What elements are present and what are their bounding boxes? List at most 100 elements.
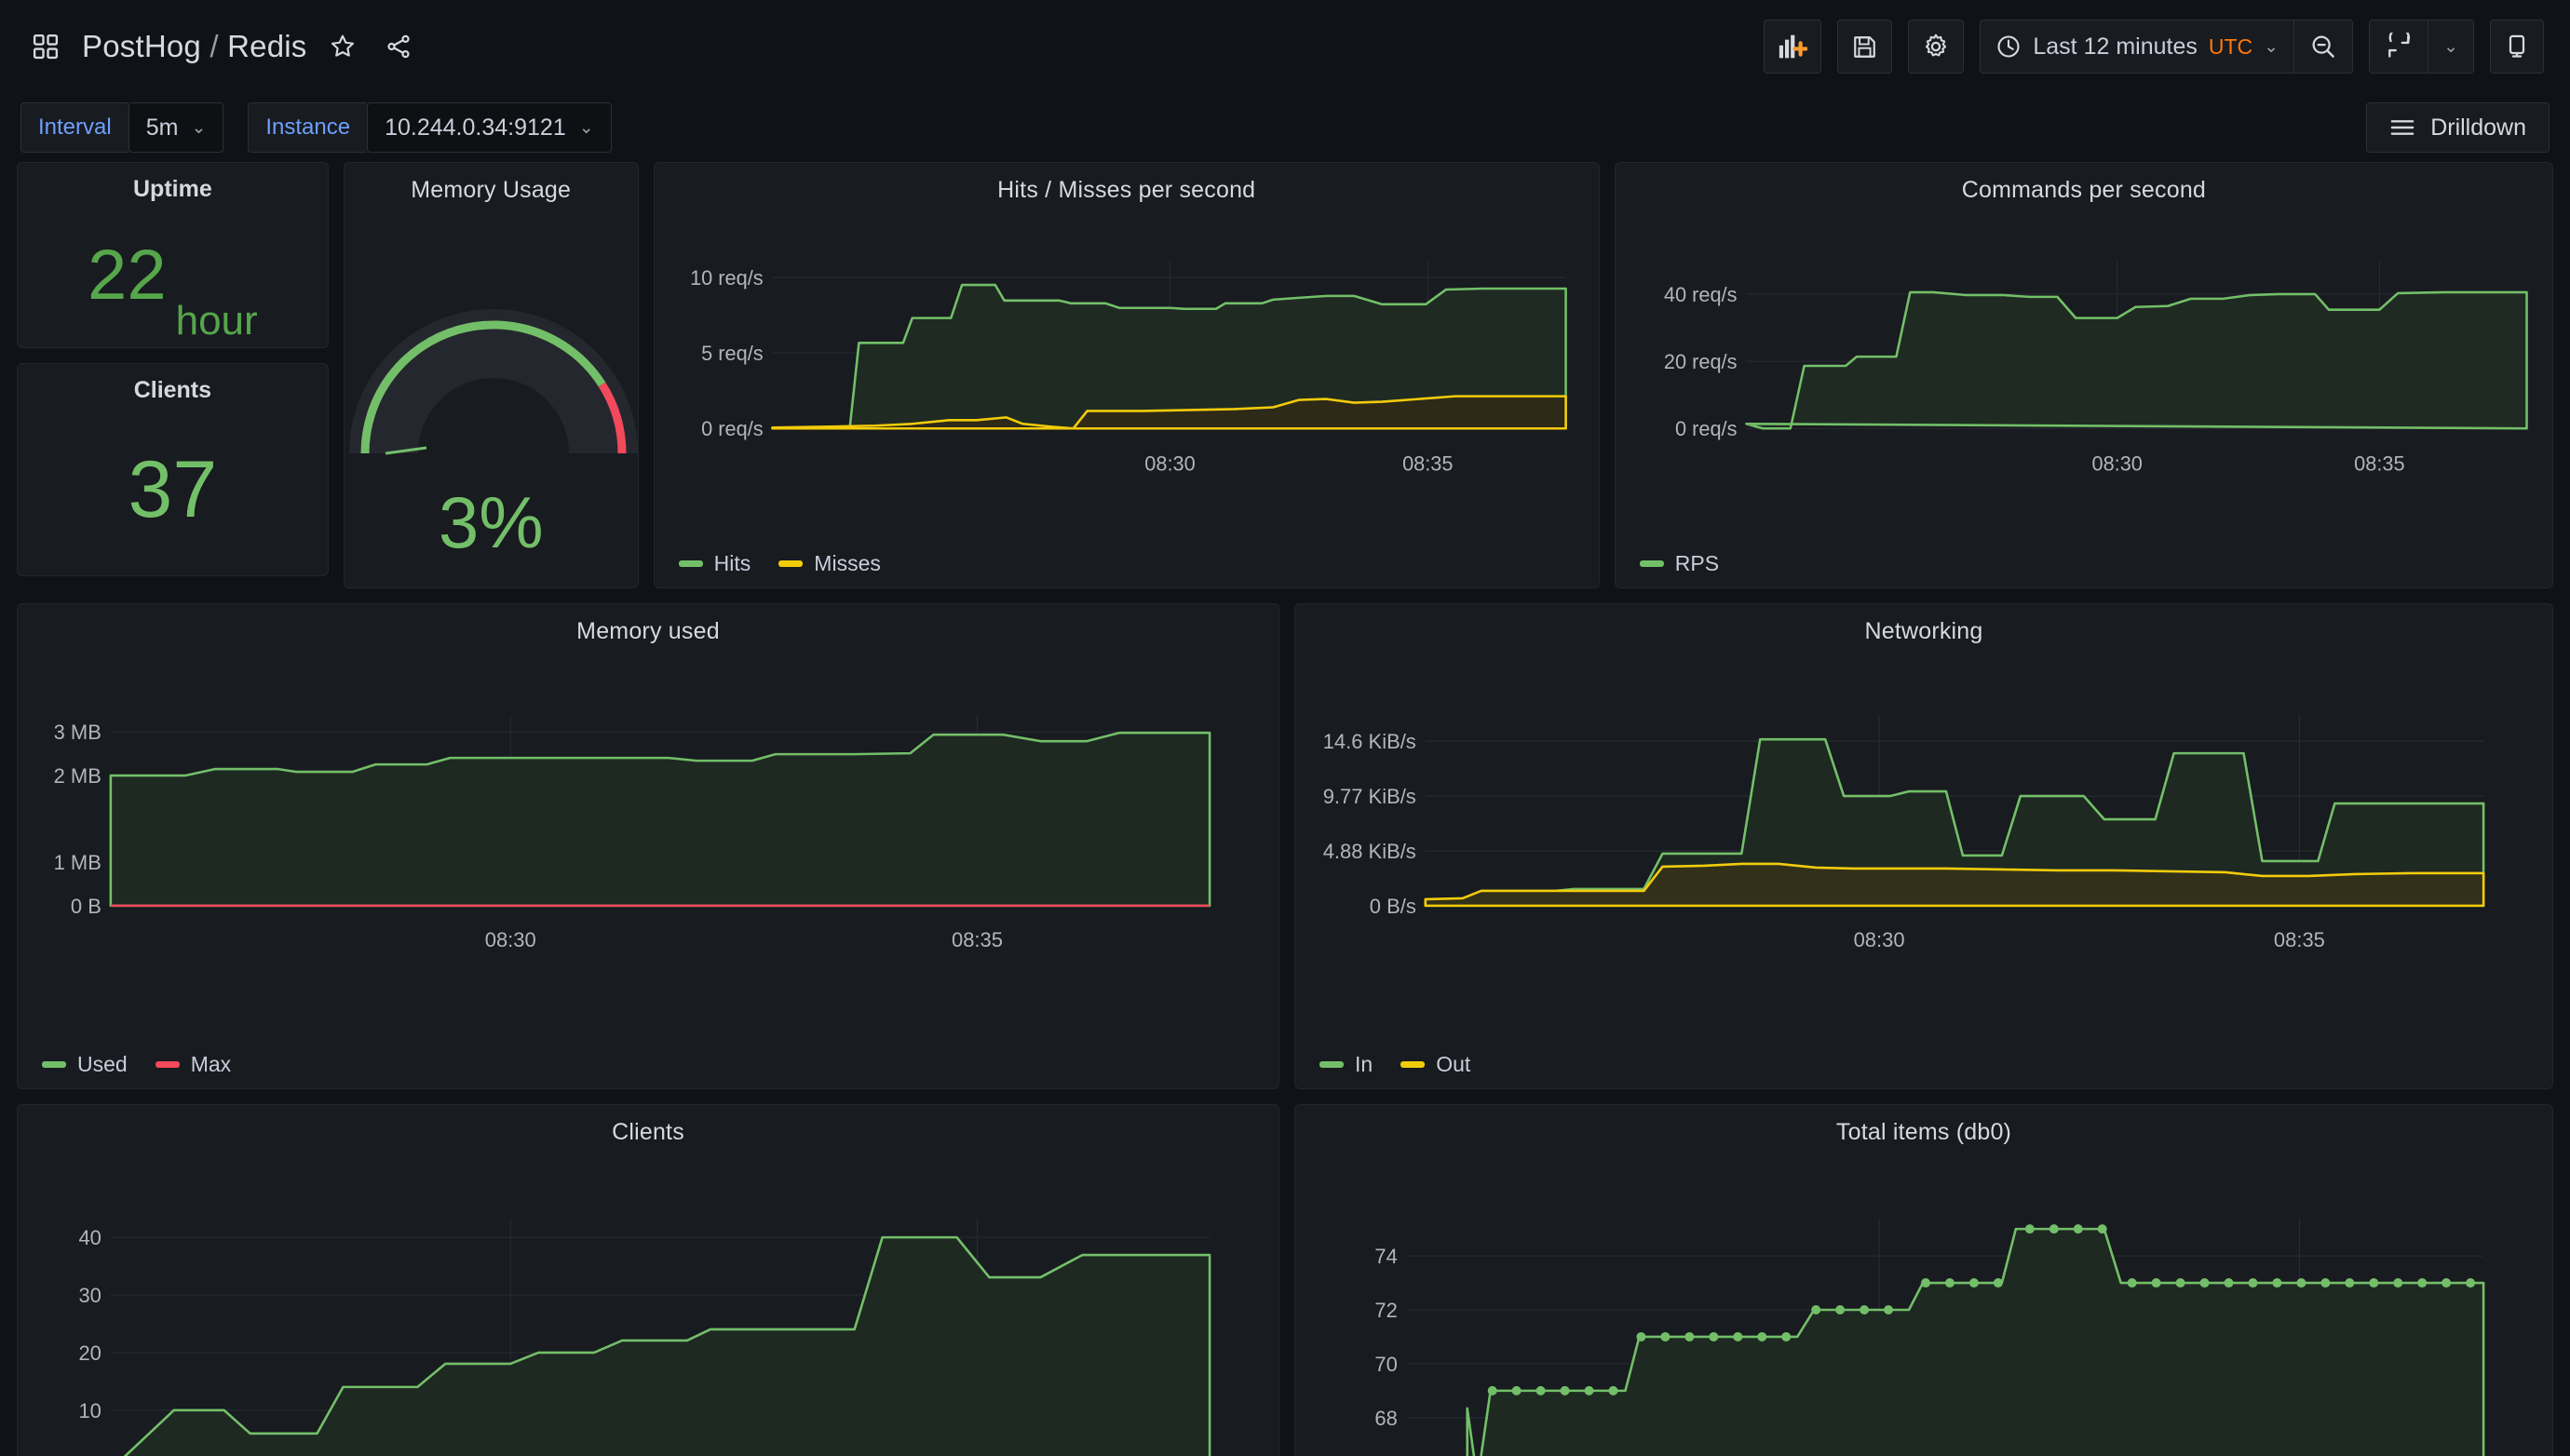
share-icon[interactable] (379, 27, 418, 66)
legend-item-out[interactable]: Out (1400, 1052, 1470, 1077)
top-navbar: PostHog / Redis (0, 0, 2570, 93)
ytick-clients-40: 40 (78, 1226, 101, 1249)
page-title: PostHog / Redis (82, 29, 306, 64)
ytick-items-72: 72 (1374, 1299, 1397, 1322)
panel-title-clients-stat: Clients (134, 364, 211, 404)
legend-label-hits: Hits (714, 551, 751, 576)
ytick-cmd-20: 20 req/s (1664, 350, 1738, 373)
chart-networking: 14.6 KiB/s 9.77 KiB/s 4.88 KiB/s 0 B/s 0… (1295, 645, 2552, 1027)
legend-networking: In Out (1319, 1052, 1470, 1077)
series-memory-used (111, 733, 1210, 906)
add-panel-button[interactable] (1764, 20, 1821, 74)
chevron-down-icon: ⌄ (2264, 36, 2279, 58)
panel-memory-usage-gauge[interactable]: Memory Usage 3% (344, 162, 639, 588)
interval-variable-value: 5m (146, 115, 179, 142)
panel-title-commands: Commands per second (1616, 163, 2552, 204)
ytick-mem-3mb: 3 MB (54, 721, 101, 744)
panel-title-networking: Networking (1295, 604, 2552, 645)
drilldown-button[interactable]: Drilldown (2366, 102, 2550, 153)
panel-hits-misses[interactable]: Hits / Misses per second 10 req/s 5 req/… (654, 162, 1600, 588)
panel-networking[interactable]: Networking 14.6 KiB/s 9.77 KiB/s 4.88 Ki… (1294, 603, 2553, 1089)
legend-item-rps[interactable]: RPS (1640, 551, 1719, 576)
save-dashboard-button[interactable] (1837, 20, 1892, 74)
legend-item-max[interactable]: Max (156, 1052, 231, 1077)
legend-item-used[interactable]: Used (42, 1052, 128, 1077)
legend-label-max: Max (191, 1052, 231, 1077)
toolbar-actions: Last 12 minutes UTC ⌄ (1764, 20, 2544, 74)
panel-clients-stat[interactable]: Clients 37 (17, 363, 329, 576)
interval-variable-label: Interval (20, 102, 128, 153)
clock-icon (1995, 34, 2022, 60)
breadcrumb-folder[interactable]: PostHog (82, 29, 201, 63)
panel-commands-per-second[interactable]: Commands per second 40 req/s 20 req/s 0 … (1615, 162, 2553, 588)
clients-value: 37 (128, 450, 218, 530)
chart-commands-per-second: 40 req/s 20 req/s 0 req/s 08:30 08:35 (1616, 204, 2552, 530)
legend-memory-used: Used Max (42, 1052, 231, 1077)
uptime-value: 22 (88, 240, 167, 311)
series-rps (1746, 292, 2526, 428)
panel-uptime[interactable]: Uptime 22 hour (17, 162, 329, 348)
kiosk-mode-button[interactable] (2490, 20, 2544, 74)
instance-variable-value: 10.244.0.34:9121 (385, 115, 566, 142)
menu-lines-icon (2389, 118, 2415, 137)
dashboard-breadcrumb: PostHog / Redis (26, 27, 418, 66)
chart-memory-used: 3 MB 2 MB 1 MB 0 B 08:30 08:35 (18, 645, 1278, 1027)
instance-variable-select[interactable]: 10.244.0.34:9121 ⌄ (367, 102, 612, 153)
ytick-clients-30: 30 (78, 1284, 101, 1307)
chevron-down-icon: ⌄ (2443, 36, 2458, 58)
ytick-items-70: 70 (1374, 1353, 1397, 1376)
gauge-svg (345, 204, 639, 483)
dashboard-settings-button[interactable] (1908, 20, 1964, 74)
legend-item-hits[interactable]: Hits (679, 551, 751, 576)
legend-label-misses: Misses (814, 551, 881, 576)
ytick-net-146: 14.6 KiB/s (1323, 730, 1416, 753)
star-icon[interactable] (323, 27, 362, 66)
panel-memory-used[interactable]: Memory used 3 MB 2 MB 1 MB 0 B 08:30 08:… (17, 603, 1279, 1089)
xtick-net-0830: 08:30 (1854, 928, 1905, 951)
xtick-hits-0835: 08:35 (1402, 452, 1453, 476)
refresh-interval-dropdown[interactable]: ⌄ (2428, 20, 2473, 73)
chevron-down-icon: ⌄ (191, 117, 206, 139)
breadcrumb-dashboard[interactable]: Redis (227, 29, 306, 63)
uptime-unit: hour (176, 301, 258, 347)
refresh-button[interactable] (2370, 20, 2428, 73)
panel-row-1: Uptime 22 hour Clients 37 Memory Usage (17, 162, 2553, 588)
chart-clients: 40 30 20 10 (18, 1146, 1278, 1456)
legend-item-in[interactable]: In (1319, 1052, 1373, 1077)
ytick-clients-10: 10 (78, 1399, 101, 1422)
legend-swatch-rps (1640, 560, 1664, 567)
dashboards-grid-icon[interactable] (26, 27, 65, 66)
ytick-hits-0: 0 req/s (701, 417, 764, 440)
series-total-items (1468, 1229, 2483, 1456)
legend-swatch-hits (679, 560, 703, 567)
time-range-picker[interactable]: Last 12 minutes UTC ⌄ (1981, 20, 2293, 73)
legend-swatch-max (156, 1061, 180, 1068)
time-range-label: Last 12 minutes (2033, 34, 2198, 61)
zoom-out-icon (2309, 33, 2337, 61)
ytick-clients-20: 20 (78, 1341, 101, 1365)
legend-swatch-misses (778, 560, 803, 567)
legend-swatch-in (1319, 1061, 1344, 1068)
ytick-cmd-40: 40 req/s (1664, 283, 1738, 306)
ytick-net-977: 9.77 KiB/s (1323, 785, 1416, 808)
series-clients (111, 1237, 1210, 1456)
zoom-out-button[interactable] (2293, 20, 2352, 73)
panel-total-items-db0[interactable]: Total items (db0) 74 72 70 68 (1294, 1104, 2553, 1456)
gauge-value: 3% (345, 480, 638, 565)
panel-title-memory-used: Memory used (18, 604, 1278, 645)
legend-commands: RPS (1640, 551, 1719, 576)
legend-label-out: Out (1436, 1052, 1470, 1077)
chevron-down-icon: ⌄ (579, 117, 594, 139)
legend-label-used: Used (77, 1052, 128, 1077)
panel-clients-chart[interactable]: Clients 40 30 20 10 (17, 1104, 1279, 1456)
time-range-group: Last 12 minutes UTC ⌄ (1980, 20, 2353, 74)
xtick-mem-0830: 08:30 (485, 928, 536, 951)
legend-item-misses[interactable]: Misses (778, 551, 881, 576)
panel-title-total-items: Total items (db0) (1295, 1105, 2552, 1146)
ytick-items-68: 68 (1374, 1407, 1397, 1430)
panel-title-uptime: Uptime (133, 163, 212, 203)
drilldown-label: Drilldown (2430, 115, 2526, 142)
breadcrumb-separator: / (210, 29, 218, 63)
clients-value-row: 37 (128, 404, 218, 575)
interval-variable-select[interactable]: 5m ⌄ (128, 102, 224, 153)
